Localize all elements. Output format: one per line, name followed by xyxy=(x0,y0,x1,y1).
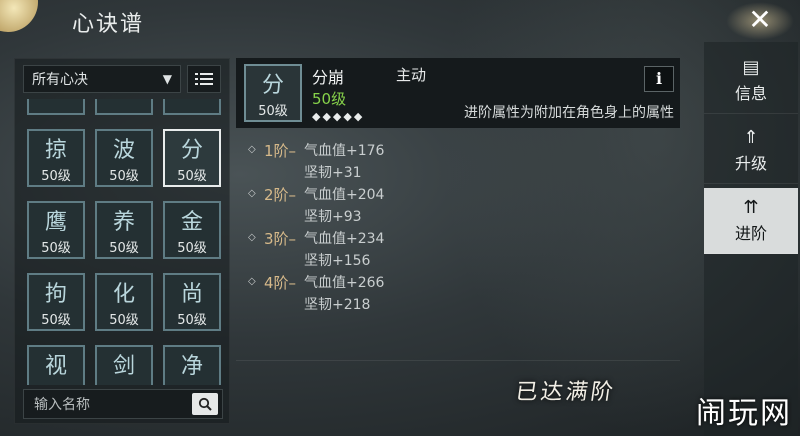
skill-tile[interactable]: 拘 50级 xyxy=(27,273,85,331)
search-input[interactable]: 输入名称 xyxy=(23,389,223,419)
skill-level: 50级 xyxy=(312,90,347,108)
chevron-down-icon: ▼ xyxy=(162,72,172,86)
list-icon xyxy=(195,73,213,85)
skill-tile-level: 50级 xyxy=(109,313,139,328)
skill-tile-char: 拘 xyxy=(44,282,67,307)
skill-tile-char: 尚 xyxy=(180,282,203,307)
scroll-icon: ▤ xyxy=(742,56,760,78)
stage-list: ◇ 1阶– 气血值+176 坚韧+31 ◇ 2阶– 气血值+204 坚韧+93 ◇ 3阶– 气血值+… xyxy=(248,140,548,382)
list-view-button[interactable] xyxy=(187,65,221,93)
tab-label: 信息 xyxy=(734,83,767,103)
stage-stat-hp: 气血值+234 xyxy=(304,231,385,247)
skill-tile-char: 养 xyxy=(112,210,135,235)
skill-tile[interactable]: 剑 xyxy=(95,345,153,385)
stage-stat-hp: 气血值+176 xyxy=(304,143,385,159)
search-placeholder: 输入名称 xyxy=(34,397,90,413)
diamond-bullet-icon: ◇ xyxy=(248,144,256,155)
tab-label: 进阶 xyxy=(734,223,767,243)
stage-stat-hp: 气血值+266 xyxy=(304,275,385,291)
stage-stat-toughness: 坚韧+93 xyxy=(304,209,362,225)
skill-icon-level: 50级 xyxy=(258,104,288,119)
skill-tile-level: 50级 xyxy=(41,241,71,256)
skill-tile-char: 剑 xyxy=(112,354,135,379)
max-stage-label: 已达满阶 xyxy=(513,380,618,405)
skill-tile[interactable]: 鹰 50级 xyxy=(27,201,85,259)
moon-decoration xyxy=(0,0,38,32)
stage-label: 4阶– xyxy=(264,274,297,292)
skill-grid: 50级50级50级掠50级波50级分50级鹰50级养50级金50级拘50级化50… xyxy=(23,99,223,385)
skill-tile-level: 50级 xyxy=(109,241,139,256)
skill-tile-level: 50级 xyxy=(177,313,207,328)
skill-tile[interactable]: 尚 50级 xyxy=(163,273,221,331)
close-icon: ✕ xyxy=(748,3,772,36)
skill-tile[interactable]: 50级 xyxy=(95,99,153,115)
tab-1[interactable]: ⇑ 升级 xyxy=(704,118,798,184)
skill-type: 主动 xyxy=(396,66,427,84)
skill-name: 分崩 xyxy=(312,68,345,87)
tab-0[interactable]: ▤ 信息 xyxy=(704,48,798,114)
side-tabs: ▤ 信息 ⇑ 升级 ⇈ 进阶 xyxy=(704,42,798,436)
skill-tile-char: 波 xyxy=(112,138,135,163)
skill-tile-char: 金 xyxy=(180,210,203,235)
skill-icon-tile: 分 50级 xyxy=(244,64,302,122)
skill-tile[interactable]: 50级 xyxy=(163,99,221,115)
skill-detail-panel: 分 50级 分崩 主动 50级 ◆◆◆◆◆ i 进阶属性为附加在角色身上的属性 … xyxy=(236,58,680,430)
stage-label: 1阶– xyxy=(264,142,297,160)
skill-tile[interactable]: 化 50级 xyxy=(95,273,153,331)
tab-2[interactable]: ⇈ 进阶 xyxy=(704,188,798,254)
skill-list-panel: 所有心决 ▼ 50级50级50级掠50级波50级分50级鹰50级养50级金50级… xyxy=(14,58,230,424)
skill-tile[interactable]: 波 50级 xyxy=(95,129,153,187)
skill-tile[interactable]: 分 50级 xyxy=(163,129,221,187)
advance-icon: ⇈ xyxy=(743,196,759,218)
divider xyxy=(236,360,680,361)
stage-stat-toughness: 坚韧+218 xyxy=(304,297,371,313)
skill-tile[interactable]: 养 50级 xyxy=(95,201,153,259)
filter-dropdown[interactable]: 所有心决 ▼ xyxy=(23,65,181,93)
skill-tile-level: 50级 xyxy=(41,169,71,184)
skill-tile-char: 视 xyxy=(44,354,67,379)
skill-tile-level: 50级 xyxy=(41,313,71,328)
skill-tile[interactable]: 金 50级 xyxy=(163,201,221,259)
page-title: 心诀谱 xyxy=(72,12,145,37)
search-icon xyxy=(198,397,212,411)
stage-stat-hp: 气血值+204 xyxy=(304,187,385,203)
skill-tile-level: 50级 xyxy=(177,169,207,184)
skill-tile-char: 掠 xyxy=(44,138,67,163)
tab-label: 升级 xyxy=(734,153,767,173)
skill-header: 分 50级 分崩 主动 50级 ◆◆◆◆◆ i 进阶属性为附加在角色身上的属性 xyxy=(236,58,680,128)
header: 心诀谱 ✕ xyxy=(0,0,800,40)
watermark-logo: 闹玩网 xyxy=(696,396,792,431)
stage-stat-toughness: 坚韧+156 xyxy=(304,253,371,269)
filter-selected: 所有心决 xyxy=(32,72,88,88)
diamond-bullet-icon: ◇ xyxy=(248,188,256,199)
skill-tile[interactable]: 净 xyxy=(163,345,221,385)
skill-tile-char: 化 xyxy=(112,282,135,307)
diamond-bullet-icon: ◇ xyxy=(248,276,256,287)
skill-tile-char: 鹰 xyxy=(44,210,67,235)
skill-tile[interactable]: 50级 xyxy=(27,99,85,115)
info-icon: i xyxy=(655,69,663,88)
skill-tile-char: 分 xyxy=(180,138,203,163)
stage-label: 2阶– xyxy=(264,186,297,204)
advance-note: 进阶属性为附加在角色身上的属性 xyxy=(464,105,674,121)
stage-label: 3阶– xyxy=(264,230,297,248)
skill-icon-char: 分 xyxy=(261,73,284,98)
skill-tile-char: 净 xyxy=(180,354,203,379)
skill-stars: ◆◆◆◆◆ xyxy=(312,110,365,123)
skill-tile-level: 50级 xyxy=(109,169,139,184)
info-button[interactable]: i xyxy=(644,66,674,92)
stage-stat-toughness: 坚韧+31 xyxy=(304,165,362,181)
skill-tile[interactable]: 视 xyxy=(27,345,85,385)
skill-tile[interactable]: 掠 50级 xyxy=(27,129,85,187)
skill-tile-level: 50级 xyxy=(177,241,207,256)
diamond-bullet-icon: ◇ xyxy=(248,232,256,243)
arrow-up-icon: ⇑ xyxy=(743,126,759,148)
close-button[interactable]: ✕ xyxy=(742,4,778,36)
search-button[interactable] xyxy=(192,393,218,415)
